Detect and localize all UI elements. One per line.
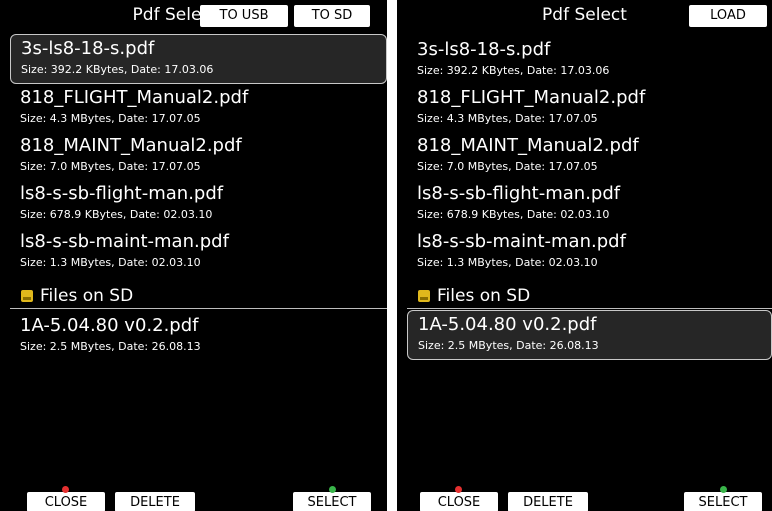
file-meta: Size: 4.3 MBytes, Date: 17.07.05 xyxy=(20,112,201,125)
to-sd-button[interactable]: TO SD xyxy=(294,5,370,27)
delete-button[interactable]: DELETE xyxy=(508,492,588,511)
file-meta: Size: 4.3 MBytes, Date: 17.07.05 xyxy=(417,112,598,125)
red-dot-icon xyxy=(62,486,69,493)
red-dot-icon xyxy=(455,486,462,493)
section-divider xyxy=(10,308,387,309)
close-button[interactable]: CLOSE xyxy=(27,486,105,511)
file-name: ls8-s-sb-maint-man.pdf xyxy=(417,231,626,252)
file-meta: Size: 7.0 MBytes, Date: 17.07.05 xyxy=(417,160,598,173)
file-meta: Size: 678.9 KBytes, Date: 02.03.10 xyxy=(417,208,610,221)
file-item[interactable]: ls8-s-sb-flight-man.pdf Size: 678.9 KByt… xyxy=(407,180,772,230)
file-meta: Size: 392.2 KBytes, Date: 17.03.06 xyxy=(21,63,214,76)
file-item[interactable]: 818_MAINT_Manual2.pdf Size: 7.0 MBytes, … xyxy=(407,132,772,182)
sd-card-icon xyxy=(418,290,430,302)
section-header-sd: Files on SD xyxy=(407,285,772,309)
file-item[interactable]: 1A-5.04.80 v0.2.pdf Size: 2.5 MBytes, Da… xyxy=(10,312,387,362)
file-name: 818_MAINT_Manual2.pdf xyxy=(417,135,639,156)
file-name: ls8-s-sb-maint-man.pdf xyxy=(20,231,229,252)
file-name: ls8-s-sb-flight-man.pdf xyxy=(20,183,224,204)
pdf-select-panel-right: Pdf Select LOAD 3s-ls8-18-s.pdf Size: 39… xyxy=(397,0,772,511)
file-name: ls8-s-sb-flight-man.pdf xyxy=(417,183,621,204)
file-item[interactable]: 818_FLIGHT_Manual2.pdf Size: 4.3 MBytes,… xyxy=(407,84,772,134)
file-meta: Size: 1.3 MBytes, Date: 02.03.10 xyxy=(417,256,598,269)
file-item[interactable]: 818_FLIGHT_Manual2.pdf Size: 4.3 MBytes,… xyxy=(10,84,387,134)
sd-card-icon xyxy=(21,290,33,302)
delete-button[interactable]: DELETE xyxy=(115,492,195,511)
file-item[interactable]: 1A-5.04.80 v0.2.pdf Size: 2.5 MBytes, Da… xyxy=(407,310,772,360)
file-meta: Size: 392.2 KBytes, Date: 17.03.06 xyxy=(417,64,610,77)
section-label: Files on SD xyxy=(437,286,531,306)
file-name: 3s-ls8-18-s.pdf xyxy=(21,38,155,59)
section-header-sd: Files on SD xyxy=(10,285,387,309)
file-name: 3s-ls8-18-s.pdf xyxy=(417,39,551,60)
file-item[interactable]: ls8-s-sb-maint-man.pdf Size: 1.3 MBytes,… xyxy=(407,228,772,278)
load-button[interactable]: LOAD xyxy=(689,5,767,27)
file-name: 818_FLIGHT_Manual2.pdf xyxy=(417,87,646,108)
file-name: 1A-5.04.80 v0.2.pdf xyxy=(418,314,597,335)
file-meta: Size: 678.9 KBytes, Date: 02.03.10 xyxy=(20,208,213,221)
close-button[interactable]: CLOSE xyxy=(420,486,498,511)
file-meta: Size: 2.5 MBytes, Date: 26.08.13 xyxy=(418,339,599,352)
close-button-label: CLOSE xyxy=(44,495,88,510)
file-item[interactable]: 818_MAINT_Manual2.pdf Size: 7.0 MBytes, … xyxy=(10,132,387,182)
select-button[interactable]: SELECT xyxy=(684,486,762,511)
select-button-label: SELECT xyxy=(307,495,357,510)
file-meta: Size: 2.5 MBytes, Date: 26.08.13 xyxy=(20,340,201,353)
file-meta: Size: 7.0 MBytes, Date: 17.07.05 xyxy=(20,160,201,173)
green-dot-icon xyxy=(329,486,336,493)
file-meta: Size: 1.3 MBytes, Date: 02.03.10 xyxy=(20,256,201,269)
select-button[interactable]: SELECT xyxy=(293,486,371,511)
green-dot-icon xyxy=(720,486,727,493)
close-button-label: CLOSE xyxy=(437,495,481,510)
file-item[interactable]: 3s-ls8-18-s.pdf Size: 392.2 KBytes, Date… xyxy=(10,34,387,84)
file-item[interactable]: 3s-ls8-18-s.pdf Size: 392.2 KBytes, Date… xyxy=(407,36,772,86)
section-divider xyxy=(407,308,772,309)
file-name: 818_MAINT_Manual2.pdf xyxy=(20,135,242,156)
file-item[interactable]: ls8-s-sb-flight-man.pdf Size: 678.9 KByt… xyxy=(10,180,387,230)
to-usb-button[interactable]: TO USB xyxy=(200,5,288,27)
select-button-label: SELECT xyxy=(698,495,748,510)
pdf-select-panel-left: Pdf Select TO USB TO SD 3s-ls8-18-s.pdf … xyxy=(0,0,387,511)
file-name: 1A-5.04.80 v0.2.pdf xyxy=(20,315,199,336)
section-label: Files on SD xyxy=(40,286,134,306)
file-name: 818_FLIGHT_Manual2.pdf xyxy=(20,87,249,108)
file-item[interactable]: ls8-s-sb-maint-man.pdf Size: 1.3 MBytes,… xyxy=(10,228,387,278)
